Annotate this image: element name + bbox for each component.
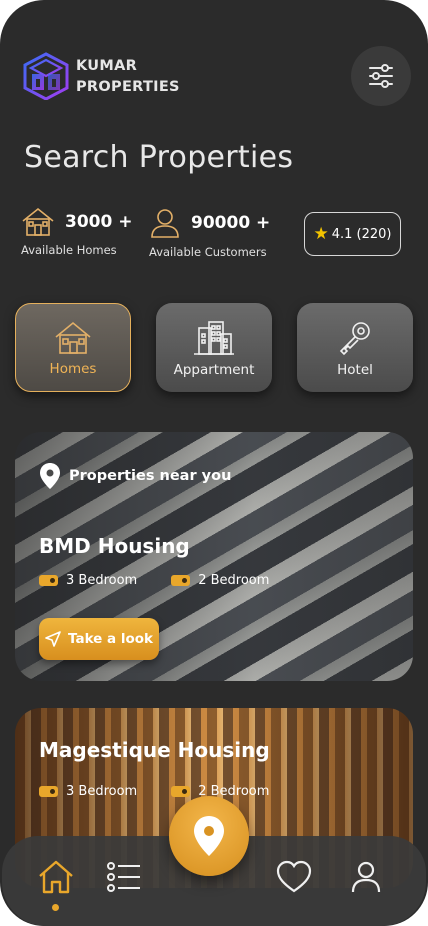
category-label: Hotel [337,362,373,378]
brand-line-2: PROPERTIES [76,79,180,95]
category-homes[interactable]: Homes [15,303,131,392]
take-a-look-button[interactable]: Take a look [39,618,159,660]
homes-label: Available Homes [21,243,117,257]
category-label: Appartment [173,362,255,378]
map-button[interactable] [169,796,249,876]
category-label: Homes [49,361,97,377]
bedroom-label: 2 Bedroom [198,573,270,588]
nav-favorites[interactable] [276,860,312,898]
navigation-arrow-icon [45,631,61,647]
bedroom-info: 3 Bedroom 2 Bedroom [39,573,269,588]
tag-icon [171,786,191,797]
user-icon [151,209,179,238]
filter-button[interactable] [351,46,411,106]
property-card[interactable]: Properties near you BMD Housing 3 Bedroo… [15,432,413,681]
properties-near-banner: Properties near you [39,462,231,490]
bedroom-info: 3 Bedroom 2 Bedroom [39,784,269,799]
brand-name: KUMAR PROPERTIES [76,56,180,98]
property-title: BMD Housing [39,534,190,558]
brand-line-1: KUMAR [76,58,138,74]
house-icon [22,207,54,236]
nav-list[interactable] [106,860,142,898]
bedroom-item: 3 Bedroom [39,784,137,799]
category-hotel[interactable]: Hotel [297,303,413,392]
stat-homes: 3000 + Available Homes [21,207,132,257]
rating-value: 4.1 (220) [331,226,392,242]
nav-home[interactable] [38,860,74,898]
building-icon [194,321,234,355]
user-icon [351,861,381,893]
bedroom-item: 2 Bedroom [171,573,269,588]
homes-count: 3000 + [65,212,133,232]
star-icon: ★ [313,224,329,244]
active-indicator [52,904,59,911]
map-pin-icon [194,816,224,856]
list-icon [107,862,140,892]
tag-icon [39,575,58,586]
category-appartment[interactable]: Appartment [156,303,272,392]
property-title: Magestique Housing [39,738,270,762]
nav-profile[interactable] [350,860,382,898]
rating-badge[interactable]: ★ 4.1 (220) [304,212,401,256]
take-a-look-label: Take a look [67,631,153,647]
bedroom-label: 3 Bedroom [66,784,138,799]
bedroom-item: 3 Bedroom [39,573,137,588]
logo-icon [23,52,69,100]
stat-customers: 90000 + Available Customers [149,207,270,259]
sliders-icon [369,64,393,88]
properties-near-label: Properties near you [69,468,232,484]
map-pin-icon [40,463,60,489]
key-icon [339,322,370,356]
page-title: Search Properties [24,140,294,175]
tag-icon [171,575,191,586]
customers-count: 90000 + [191,213,271,233]
app-screen: KUMAR PROPERTIES Search Properties 3000 … [0,0,428,926]
customers-label: Available Customers [149,245,267,259]
house-icon [55,321,91,354]
tag-icon [39,786,58,797]
heart-icon [276,860,312,893]
home-icon [39,860,73,894]
bedroom-label: 3 Bedroom [66,573,138,588]
